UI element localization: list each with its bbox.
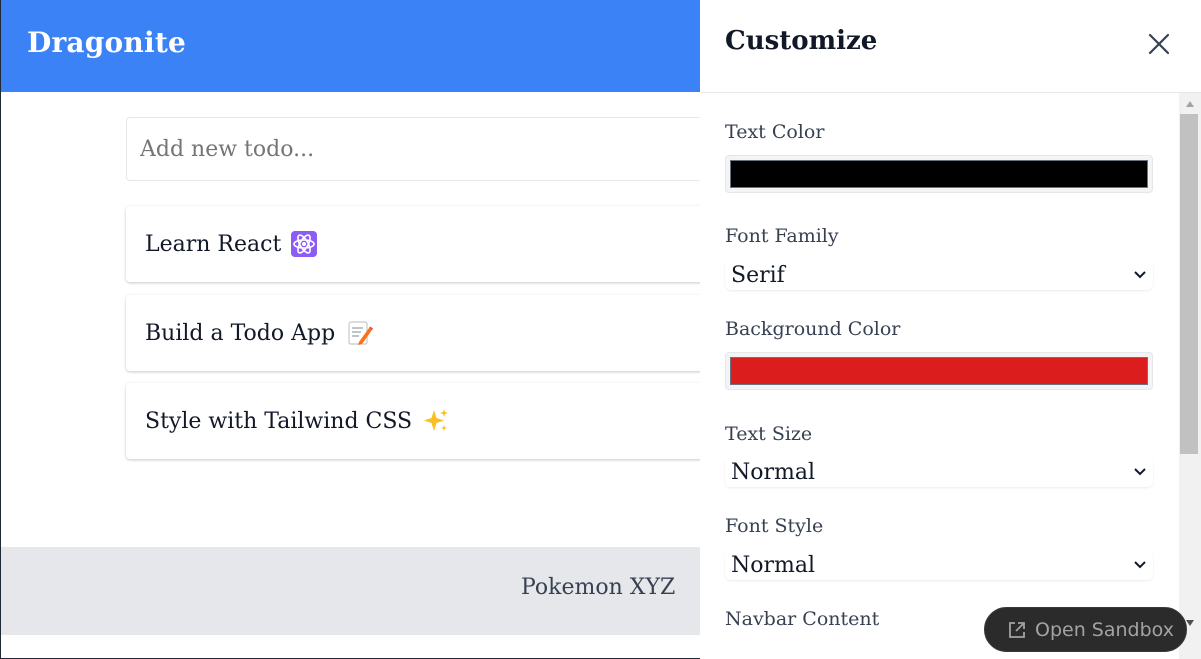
navbar-brand: Dragonite (27, 26, 186, 59)
customize-panel: Customize Text Color Font Family Serif B… (700, 0, 1201, 659)
text-color-swatch (730, 160, 1148, 188)
font-style-select[interactable]: Normal (725, 550, 1153, 580)
open-sandbox-button[interactable]: Open Sandbox (984, 607, 1187, 652)
todo-item[interactable]: Learn React (126, 206, 766, 282)
scroll-up-button[interactable] (1179, 97, 1201, 111)
text-size-select[interactable]: Normal (725, 457, 1153, 487)
sparkles-icon (422, 407, 450, 435)
font-family-label: Font Family (725, 225, 839, 247)
todo-item[interactable]: Style with Tailwind CSS (126, 383, 766, 459)
font-family-select[interactable]: Serif (725, 260, 1153, 290)
text-color-picker[interactable] (725, 155, 1153, 193)
atom-icon (291, 231, 318, 257)
chevron-down-icon (1134, 271, 1146, 279)
text-color-label: Text Color (725, 121, 825, 143)
footer-text: Pokemon XYZ (521, 575, 676, 600)
text-size-value: Normal (731, 459, 816, 485)
close-icon (1148, 33, 1170, 55)
font-style-value: Normal (731, 552, 816, 578)
todo-item-text: Style with Tailwind CSS (145, 408, 413, 434)
add-todo-input[interactable] (126, 117, 766, 181)
navbar-content-label: Navbar Content (725, 608, 880, 630)
todo-item-text: Learn React (145, 231, 282, 257)
todo-item-text: Build a Todo App (145, 320, 336, 346)
panel-header: Customize (700, 0, 1201, 93)
open-sandbox-label: Open Sandbox (1035, 618, 1174, 641)
background-color-picker[interactable] (725, 352, 1153, 390)
todo-item[interactable]: Build a Todo App (126, 295, 766, 371)
background-color-label: Background Color (725, 318, 901, 340)
panel-title: Customize (725, 26, 878, 56)
background-color-swatch (730, 357, 1148, 385)
font-family-value: Serif (731, 262, 785, 288)
scrollbar-thumb[interactable] (1180, 114, 1198, 454)
chevron-down-icon (1134, 561, 1146, 569)
app-root: Dragonite Learn React Build a Todo App (1, 0, 1201, 659)
scroll-up-arrow-icon (1186, 101, 1194, 107)
chevron-down-icon (1134, 468, 1146, 476)
external-link-icon (1009, 621, 1025, 638)
text-size-label: Text Size (725, 423, 813, 445)
font-style-label: Font Style (725, 515, 824, 537)
close-button[interactable] (1145, 30, 1173, 58)
memo-icon (347, 320, 374, 346)
